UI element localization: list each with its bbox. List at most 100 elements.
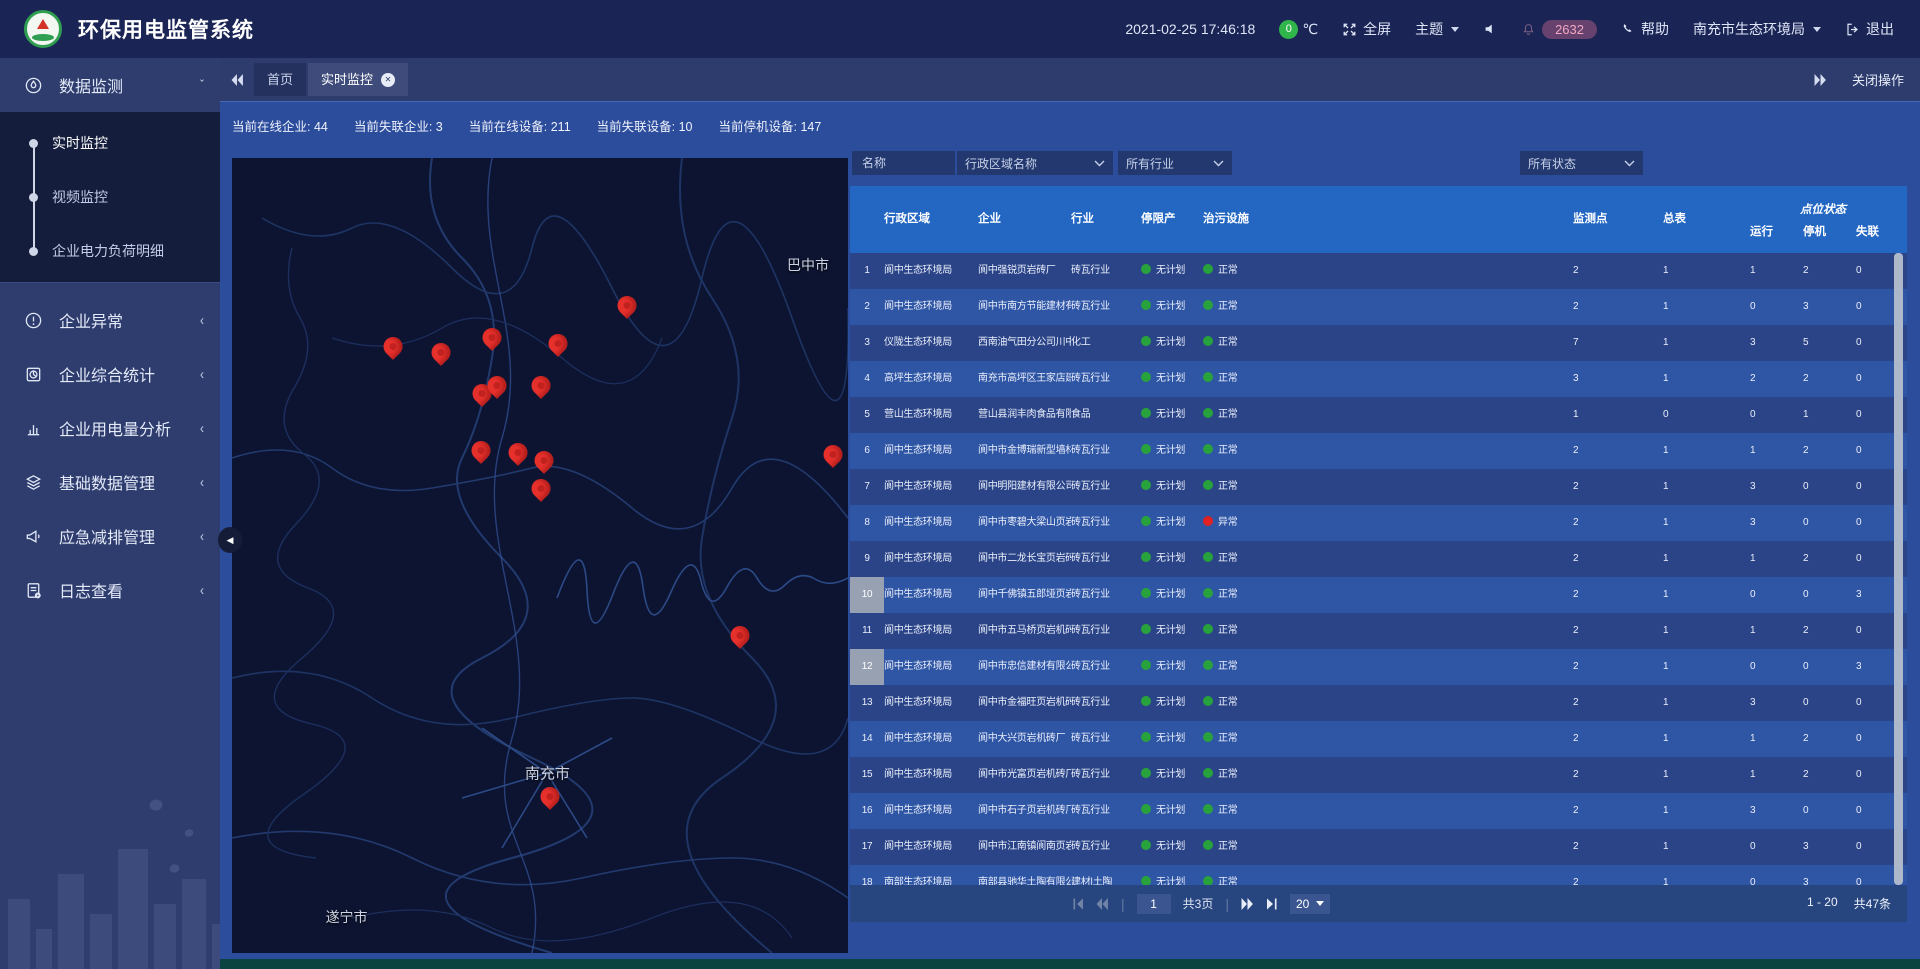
cell-idx: 11 xyxy=(850,613,884,649)
mute-button[interactable] xyxy=(1483,22,1497,36)
close-tab-icon[interactable] xyxy=(381,73,395,87)
logout-button[interactable]: 退出 xyxy=(1845,19,1894,39)
cell-points: 3 xyxy=(1573,361,1663,397)
cell-stopped: 0 xyxy=(1803,505,1856,541)
cell-production: 无计划 xyxy=(1141,397,1203,433)
sidebar-item-realtime-monitor[interactable]: 实时监控 xyxy=(0,116,220,170)
help-button[interactable]: 帮助 xyxy=(1621,19,1669,39)
table-row[interactable]: 2阆中生态环境局阆中市南方节能建材有砖瓦行业无计划正常21030 xyxy=(850,289,1907,325)
cell-treatment: 正常 xyxy=(1203,613,1263,649)
sidebar-subitem-label: 实时监控 xyxy=(52,133,108,153)
table-row[interactable]: 14阆中生态环境局阆中大兴页岩机砖厂砖瓦行业无计划正常21120 xyxy=(850,721,1907,757)
table-row[interactable]: 12阆中生态环境局阆中市忠信建材有限公砖瓦行业无计划正常21003 xyxy=(850,649,1907,685)
sidebar-item-log-view[interactable]: 日志查看 ‹ xyxy=(0,563,220,617)
tabs-scroll-right-button[interactable] xyxy=(1804,74,1838,86)
tabs-scroll-left-button[interactable] xyxy=(220,74,254,86)
cell-points: 2 xyxy=(1573,685,1663,721)
cell-industry: 砖瓦行业 xyxy=(1071,433,1141,469)
butterfly-art xyxy=(148,797,165,814)
cell-spacer xyxy=(1263,613,1573,649)
table-row[interactable]: 7阆中生态环境局阆中明阳建材有限公司砖瓦行业无计划正常21300 xyxy=(850,469,1907,505)
sidebar-item-emergency-reduction[interactable]: 应急减排管理 ‹ xyxy=(0,509,220,563)
industry-filter-select[interactable]: 所有行业 xyxy=(1118,151,1232,175)
cell-idx: 7 xyxy=(850,469,884,505)
cell-industry: 砖瓦行业 xyxy=(1071,577,1141,613)
chevron-down-icon xyxy=(1813,27,1821,32)
cell-production: 无计划 xyxy=(1141,325,1203,361)
cell-meters: 1 xyxy=(1663,289,1750,325)
cell-stopped: 2 xyxy=(1803,757,1856,793)
sidebar-item-video-monitor[interactable]: 视频监控 xyxy=(0,170,220,224)
cell-offline: 3 xyxy=(1856,649,1896,685)
status-dot-icon xyxy=(1141,624,1151,634)
cell-region: 阆中生态环境局 xyxy=(884,469,978,505)
sidebar-item-label: 企业用电量分析 xyxy=(59,416,171,440)
cell-offline: 0 xyxy=(1856,505,1896,541)
cell-spacer xyxy=(1263,469,1573,505)
table-row[interactable]: 6阆中生态环境局阆中市金博瑞新型墙材砖瓦行业无计划正常21120 xyxy=(850,433,1907,469)
cell-production: 无计划 xyxy=(1141,577,1203,613)
chevron-collapsed-icon: ‹ xyxy=(200,312,204,329)
status-dot-icon xyxy=(1141,336,1151,346)
prev-page-button[interactable] xyxy=(1096,898,1109,910)
name-filter-input-box[interactable] xyxy=(852,151,955,175)
name-filter-input[interactable] xyxy=(860,155,947,171)
table-row[interactable]: 8阆中生态环境局阆中市枣碧大梁山页岩砖瓦行业无计划异常21300 xyxy=(850,505,1907,541)
cell-stopped: 0 xyxy=(1803,469,1856,505)
page-size-select[interactable]: 20 xyxy=(1290,894,1330,914)
cell-points: 1 xyxy=(1573,397,1663,433)
tab-realtime-monitor[interactable]: 实时监控 xyxy=(308,63,408,96)
table-row[interactable]: 17阆中生态环境局阆中市江南镇阆南页岩砖瓦行业无计划正常21030 xyxy=(850,829,1907,865)
cell-industry: 砖瓦行业 xyxy=(1071,649,1141,685)
sidebar-item-company-stats[interactable]: 企业综合统计 ‹ xyxy=(0,347,220,401)
close-operations-button[interactable]: 关闭操作 xyxy=(1852,70,1904,89)
cell-production: 无计划 xyxy=(1141,289,1203,325)
table-row[interactable]: 18南部生态环境局南部县驰华土陶有限公建材|土陶无计划正常21030 xyxy=(850,865,1907,885)
cell-points: 2 xyxy=(1573,433,1663,469)
table-row[interactable]: 15阆中生态环境局阆中市光富页岩机砖厂砖瓦行业无计划正常21120 xyxy=(850,757,1907,793)
page-number-input[interactable]: 1 xyxy=(1137,894,1171,914)
sidebar-item-power-load-detail[interactable]: 企业电力负荷明细 xyxy=(0,224,220,278)
tabbar: 首页 实时监控 关闭操作 xyxy=(220,58,1920,101)
table-row[interactable]: 10阆中生态环境局阆中千佛镇五郎垭页岩砖瓦行业无计划正常21003 xyxy=(850,577,1907,613)
chevron-down-icon xyxy=(1316,901,1324,906)
table-row[interactable]: 16阆中生态环境局阆中市石子页岩机砖厂砖瓦行业无计划正常21300 xyxy=(850,793,1907,829)
fullscreen-button[interactable]: 全屏 xyxy=(1342,19,1391,39)
cell-stopped: 3 xyxy=(1803,289,1856,325)
table-row[interactable]: 4高坪生态环境局南充市高坪区王家店建砖瓦行业无计划正常31220 xyxy=(850,361,1907,397)
sidebar-item-base-data[interactable]: 基础数据管理 ‹ xyxy=(0,455,220,509)
first-page-button[interactable] xyxy=(1072,898,1084,910)
status-filter-select[interactable]: 所有状态 xyxy=(1520,151,1643,175)
region-filter-select[interactable]: 行政区域名称 xyxy=(957,151,1113,175)
tabbar-right-actions: 关闭操作 xyxy=(1804,70,1904,89)
sidebar-item-power-analysis[interactable]: 企业用电量分析 ‹ xyxy=(0,401,220,455)
cell-points: 2 xyxy=(1573,793,1663,829)
sidebar-collapse-button[interactable] xyxy=(218,527,242,553)
cell-spacer xyxy=(1263,433,1573,469)
butterfly-art xyxy=(168,862,181,875)
sidebar-item-data-monitoring[interactable]: 数据监测 ˇ xyxy=(0,58,220,112)
cell-points: 2 xyxy=(1573,757,1663,793)
map-panel[interactable]: 巴中市南充市遂宁市 xyxy=(232,158,848,953)
cell-treatment: 正常 xyxy=(1203,865,1263,885)
theme-button[interactable]: 主题 xyxy=(1415,19,1459,39)
cell-points: 2 xyxy=(1573,289,1663,325)
tab-home[interactable]: 首页 xyxy=(254,63,306,96)
table-row[interactable]: 11阆中生态环境局阆中市五马桥页岩机砖砖瓦行业无计划正常21120 xyxy=(850,613,1907,649)
table-row[interactable]: 9阆中生态环境局阆中市二龙长宝页岩砖砖瓦行业无计划正常21120 xyxy=(850,541,1907,577)
cell-stopped: 2 xyxy=(1803,541,1856,577)
cell-production: 无计划 xyxy=(1141,541,1203,577)
table-row[interactable]: 13阆中生态环境局阆中市金福旺页岩机砖砖瓦行业无计划正常21300 xyxy=(850,685,1907,721)
cell-running: 1 xyxy=(1750,541,1803,577)
table-row[interactable]: 3仪陇生态环境局西南油气田分公司川中化工无计划正常71350 xyxy=(850,325,1907,361)
org-selector[interactable]: 南充市生态环境局 xyxy=(1693,19,1821,39)
table-scrollbar[interactable] xyxy=(1894,253,1903,885)
cell-running: 3 xyxy=(1750,325,1803,361)
cell-treatment: 正常 xyxy=(1203,361,1263,397)
table-row[interactable]: 1阆中生态环境局阆中强锐页岩砖厂砖瓦行业无计划正常21120 xyxy=(850,253,1907,289)
notification-button[interactable]: 2632 xyxy=(1521,20,1597,39)
sidebar-item-company-abnormal[interactable]: 企业异常 ‹ xyxy=(0,293,220,347)
next-page-button[interactable] xyxy=(1241,898,1254,910)
last-page-button[interactable] xyxy=(1266,898,1278,910)
table-row[interactable]: 5营山生态环境局营山县润丰肉食品有限食品无计划正常10010 xyxy=(850,397,1907,433)
